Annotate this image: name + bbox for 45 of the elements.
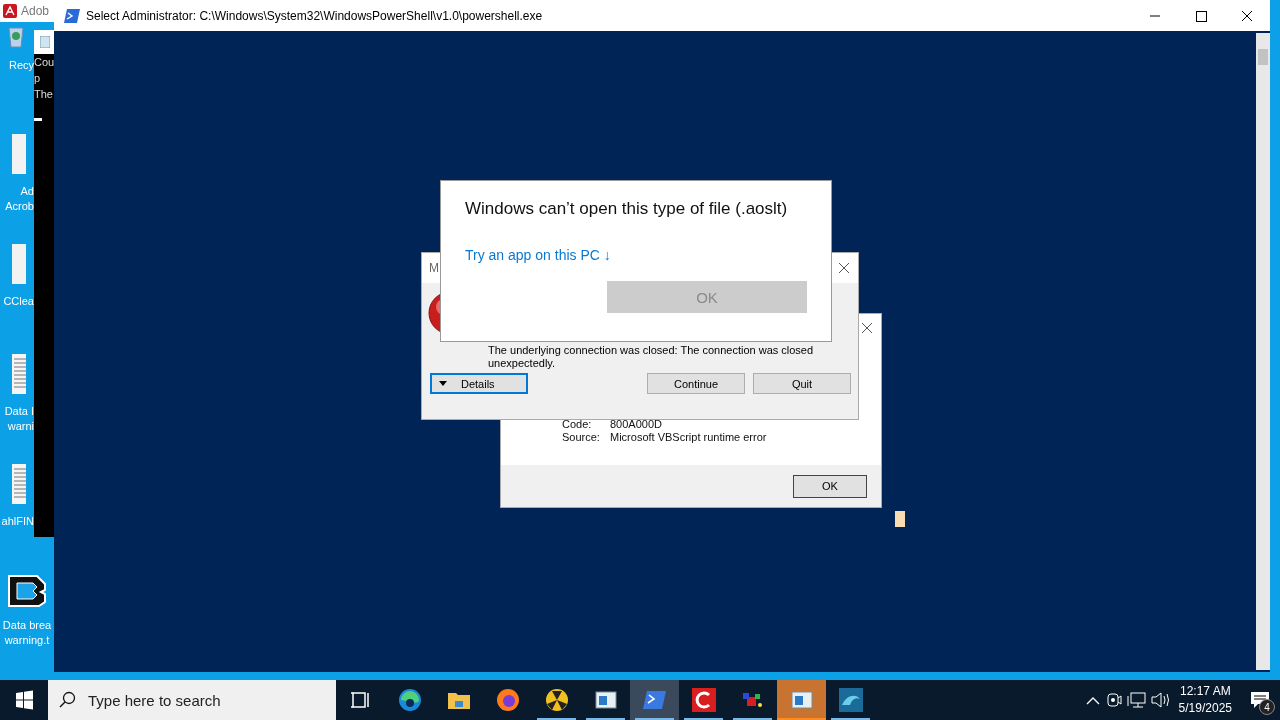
firefox-icon [494,687,521,713]
icon-label: Data brea [2,618,52,633]
console-text: The [34,87,54,102]
dolphin-icon [837,687,864,713]
notification-badge: 4 [1259,699,1275,715]
close-icon[interactable] [838,262,850,274]
app-link[interactable]: Try an app on this PC ↓ [465,247,807,263]
pdf-icon [3,4,17,18]
logo-icon[interactable] [7,574,47,608]
icon-label: Recy [8,59,34,73]
search-field[interactable]: Type here to search [48,680,336,720]
icon-label: CClea [3,294,34,309]
ok-button[interactable]: OK [793,474,867,498]
close-icon[interactable] [861,322,873,334]
console-text: p [34,71,42,86]
dialog-title: Windows can’t open this type of file (.aoslt) [465,199,789,219]
cursor-block [895,511,905,527]
clock[interactable]: 12:17 AM 5/19/2025 [1178,683,1232,717]
caret-icon [439,381,447,386]
error-message: The underlying connection was closed: The connection was closed unexpectedly. [488,344,815,370]
dialog-button[interactable]: Quit [753,373,851,394]
cursor-block [34,118,42,121]
window-title: Adob [21,4,50,18]
dialog-button[interactable]: Continue [647,373,745,394]
icon-label: warning.t [4,633,50,648]
detail-label: Source: [562,431,601,444]
window-icon [40,36,50,48]
detail-value: 800A000D [610,418,662,431]
detail-label: Code: [562,418,593,431]
icon-label: warni [7,419,34,434]
hazard-icon [543,687,570,713]
console-text: Cou [34,55,54,68]
icon-label: Ad [20,184,34,199]
dialog-title: M [429,261,439,275]
detail-value: Microsoft VBScript runtime error [610,431,767,444]
icon-label: ahlFIN [1,514,34,529]
scrollbar[interactable] [1256,33,1270,670]
icon-label: Data I [4,404,34,419]
icon-label: Acrob [5,199,34,214]
window-title: Select Administrator: C:\Windows\System32\WindowsPowerShell\v1.0\powershell.exe [86,8,543,23]
terminal-icon [64,8,80,23]
search-icon [58,691,76,709]
app-icon [690,687,717,713]
edge-icon [396,687,423,713]
dialog-button[interactable]: Details [430,373,528,394]
